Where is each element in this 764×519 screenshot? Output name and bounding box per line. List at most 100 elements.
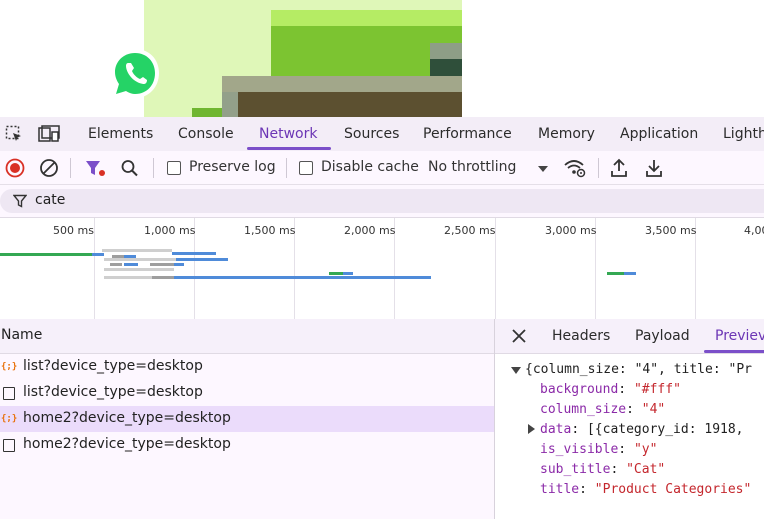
- timeline-bar: [104, 276, 152, 279]
- tab-console[interactable]: Console: [178, 126, 234, 142]
- banner-greygreen: [222, 76, 462, 92]
- request-detail-pane: Headers Payload Previev {column_size: "4…: [495, 319, 764, 519]
- preview-value: "#fff": [633, 382, 681, 397]
- timeline-bar: [607, 272, 624, 275]
- request-row[interactable]: home2?device_type=desktop: [0, 432, 494, 458]
- preview-key[interactable]: data: [{category_id: 1918,: [540, 422, 744, 437]
- preview-key: sub_title: "Cat": [540, 462, 666, 477]
- request-row[interactable]: {;} list?device_type=desktop: [0, 354, 494, 380]
- banner-darkgreen: [430, 59, 462, 76]
- request-name[interactable]: list?device_type=desktop: [23, 384, 203, 400]
- preview-key: title: "Product Categories": [540, 482, 752, 497]
- filter-value[interactable]: cate: [35, 192, 65, 208]
- page-preview: [0, 0, 764, 117]
- network-conditions-icon[interactable]: [563, 158, 587, 178]
- timeline-bar: [92, 253, 104, 256]
- tick-label: 3,000 ms: [545, 224, 597, 237]
- toolbar-separator: [286, 158, 287, 178]
- tab-headers[interactable]: Headers: [552, 328, 610, 344]
- banner-grey: [222, 92, 238, 117]
- tick-label: 1,500 ms: [244, 224, 296, 237]
- funnel-icon: [13, 194, 27, 208]
- timeline-bar: [172, 252, 216, 255]
- tab-network[interactable]: Network: [259, 126, 317, 142]
- timeline-bar: [624, 272, 636, 275]
- tick-label: 2,000 ms: [344, 224, 396, 237]
- banner-lime: [271, 10, 462, 26]
- preview-key-name: data: [540, 422, 572, 437]
- request-name[interactable]: home2?device_type=desktop: [23, 410, 231, 426]
- timeline-bar: [124, 263, 138, 266]
- clear-icon[interactable]: [39, 158, 59, 178]
- tick-label: 2,500 ms: [444, 224, 496, 237]
- name-column-header[interactable]: Name: [0, 319, 494, 354]
- timeline-bar: [0, 253, 92, 256]
- download-icon[interactable]: [645, 158, 663, 178]
- preview-key: is_visible: "y": [540, 442, 658, 457]
- tab-preview[interactable]: Previev: [715, 328, 764, 344]
- timeline-bar: [174, 276, 431, 279]
- timeline-bar: [174, 263, 184, 266]
- preview-key-name: is_visible: [540, 442, 619, 457]
- expand-triangle-icon[interactable]: [511, 367, 521, 375]
- tab-application[interactable]: Application: [620, 126, 698, 142]
- tab-memory[interactable]: Memory: [538, 126, 595, 142]
- expand-arrow-icon[interactable]: [528, 424, 535, 434]
- json-icon: {;}: [1, 414, 18, 424]
- inspect-element-icon[interactable]: [5, 125, 23, 143]
- timeline-bar: [176, 258, 228, 261]
- timeline-bar: [104, 268, 174, 271]
- devtools-panel: Elements Console Network Sources Perform…: [0, 117, 764, 519]
- tick-label: 1,000 ms: [144, 224, 196, 237]
- tab-network-underline: [247, 147, 331, 150]
- request-row[interactable]: list?device_type=desktop: [0, 380, 494, 406]
- banner-bright: [192, 108, 222, 117]
- record-stop-icon[interactable]: [5, 158, 25, 178]
- timeline-overview[interactable]: 500 ms 1,000 ms 1,500 ms 2,000 ms 2,500 …: [0, 217, 764, 320]
- timeline-bar: [102, 249, 172, 252]
- tab-elements[interactable]: Elements: [88, 126, 153, 142]
- filter-icon[interactable]: [85, 159, 107, 177]
- preview-value: [{category_id: 1918,: [586, 422, 744, 437]
- request-row-selected[interactable]: {;} home2?device_type=desktop: [0, 406, 494, 432]
- tab-sources[interactable]: Sources: [344, 126, 399, 142]
- timeline-bar: [152, 276, 174, 279]
- device-toolbar-icon[interactable]: [38, 125, 60, 143]
- disable-cache-checkbox[interactable]: [299, 161, 313, 175]
- detail-tabbar: Headers Payload Previev: [495, 319, 764, 354]
- gridline: [94, 218, 95, 319]
- tab-payload[interactable]: Payload: [635, 328, 690, 344]
- timeline-bar: [104, 258, 176, 261]
- upload-icon[interactable]: [610, 158, 628, 178]
- preview-key-name: background: [540, 382, 619, 397]
- request-name[interactable]: home2?device_type=desktop: [23, 436, 231, 452]
- preview-summary[interactable]: {column_size: "4", title: "Pr: [525, 362, 752, 377]
- tick-label: 4,00: [744, 224, 764, 237]
- tab-lighthouse[interactable]: Lighth: [723, 126, 764, 142]
- filter-input-box[interactable]: cate: [0, 189, 764, 213]
- request-name[interactable]: list?device_type=desktop: [23, 358, 203, 374]
- tab-performance[interactable]: Performance: [423, 126, 512, 142]
- preview-value: "y": [633, 442, 658, 457]
- network-toolbar: Preserve log Disable cache No throttling: [0, 151, 764, 185]
- timeline-bar: [110, 263, 122, 266]
- throttling-select[interactable]: No throttling: [428, 159, 516, 175]
- preview-value: "4": [641, 402, 666, 417]
- document-icon: [3, 439, 15, 452]
- preview-key-name: column_size: [540, 402, 627, 417]
- preserve-log-checkbox[interactable]: [167, 161, 181, 175]
- preview-key-name: sub_title: [540, 462, 611, 477]
- disable-cache-label[interactable]: Disable cache: [321, 159, 419, 175]
- chevron-down-icon[interactable]: [537, 165, 549, 173]
- request-list: Name {;} list?device_type=desktop list?d…: [0, 319, 494, 519]
- whatsapp-icon[interactable]: [107, 45, 163, 103]
- search-icon[interactable]: [120, 159, 140, 177]
- toolbar-separator: [70, 158, 71, 178]
- preserve-log-label[interactable]: Preserve log: [189, 159, 276, 175]
- filter-bar: cate: [0, 185, 764, 217]
- timeline-bar: [329, 272, 343, 275]
- close-icon[interactable]: [512, 329, 526, 343]
- preview-key: column_size: "4": [540, 402, 666, 417]
- timeline-bar: [343, 272, 353, 275]
- banner-gray: [430, 43, 462, 59]
